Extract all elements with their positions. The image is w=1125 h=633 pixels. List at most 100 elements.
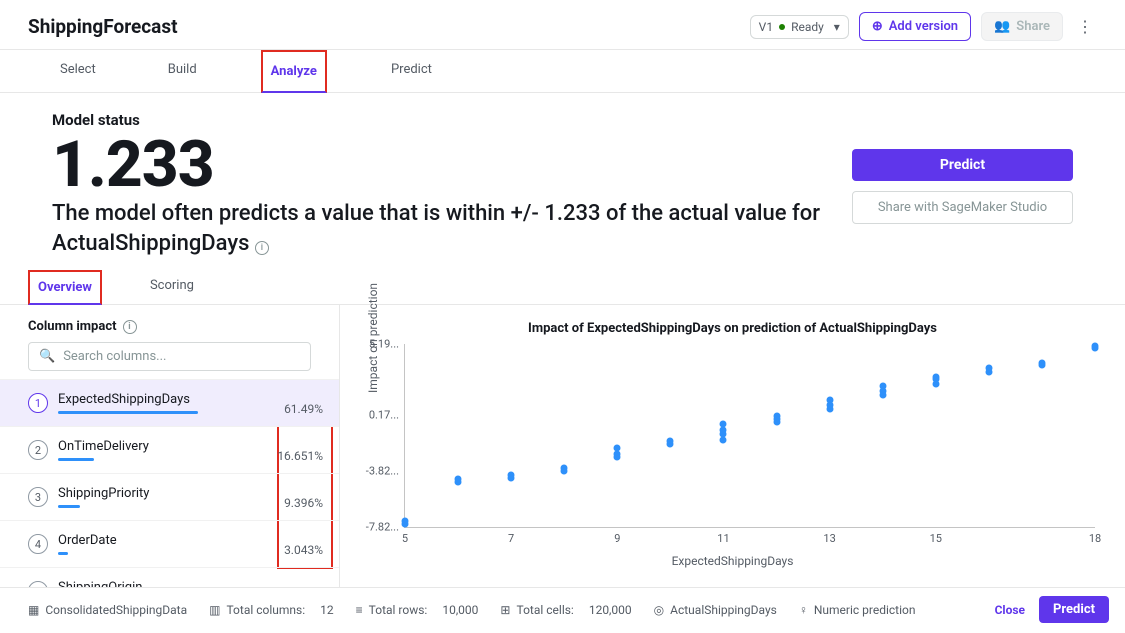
info-icon[interactable]: i [123, 320, 137, 334]
column-impact-row[interactable]: 4 OrderDate 3.043% [0, 520, 339, 567]
chart-xtick: 13 [823, 532, 835, 545]
chart-point [720, 436, 727, 443]
version-status-pill[interactable]: V1 Ready ▾ [750, 15, 849, 39]
column-name: OnTimeDelivery [58, 439, 149, 454]
predict-button[interactable]: Predict [852, 149, 1073, 181]
footer-target: ◎ActualShippingDays [654, 603, 777, 617]
share-button: 👥 Share [981, 12, 1063, 41]
chart-ytick: 0.17... [359, 408, 399, 421]
chart-xlabel: ExpectedShippingDays [360, 554, 1105, 568]
tab-build[interactable]: Build [160, 50, 205, 92]
footer-ptype: ♀Numeric prediction [799, 603, 916, 617]
chart-area: Impact on prediction -7.82...-3.82...0.1… [404, 344, 1095, 552]
footer: ▦ConsolidatedShippingData ▥Total columns… [0, 587, 1125, 633]
search-icon: 🔍 [39, 349, 55, 364]
footer-dataset: ▦ConsolidatedShippingData [28, 603, 187, 617]
chart-point [720, 421, 727, 428]
impact-pct: 9.396% [267, 496, 323, 510]
main-row: Column impact i 🔍 Search columns... 1 Exp… [0, 305, 1125, 614]
footer-cols: ▥Total columns: 12 [209, 603, 334, 617]
rank-badge: 1 [28, 393, 48, 413]
chart-point [879, 391, 886, 398]
top-tabs: Select Build Analyze Predict [0, 50, 1125, 93]
chart-point [879, 383, 886, 390]
status-label: Ready [791, 20, 824, 34]
chart-title: Impact of ExpectedShippingDays on predic… [360, 321, 1105, 336]
chart-point [826, 397, 833, 404]
column-impact-row[interactable]: 1 ExpectedShippingDays 61.49% [0, 379, 339, 426]
chevron-down-icon: ▾ [834, 20, 840, 34]
chart-point [402, 521, 409, 528]
chart-ytick: 5.19... [359, 338, 399, 351]
rows-icon: ≡ [356, 603, 363, 617]
chart-point [614, 453, 621, 460]
add-version-label: Add version [889, 19, 958, 34]
columns-icon: ▥ [209, 603, 220, 617]
subtab-overview[interactable]: Overview [28, 270, 102, 305]
column-impact-header: Column impact i [0, 319, 339, 342]
sub-tabs: Overview Scoring [0, 264, 1125, 305]
rank-badge: 4 [28, 534, 48, 554]
column-impact-row[interactable]: 3 ShippingPriority 9.396% [0, 473, 339, 520]
chart-point [1092, 345, 1099, 352]
impact-pct: 61.49% [267, 402, 323, 416]
chart-xtick: 15 [930, 532, 942, 545]
impact-bar [58, 552, 68, 555]
tab-predict[interactable]: Predict [383, 50, 440, 92]
model-status-value: 1.233 [52, 133, 852, 197]
grid-icon: ⊞ [500, 603, 510, 617]
search-columns-input[interactable]: 🔍 Search columns... [28, 342, 311, 371]
rank-badge: 3 [28, 487, 48, 507]
chart-xtick: 9 [614, 532, 620, 545]
table-icon: ▦ [28, 603, 39, 617]
column-impact-list: 1 ExpectedShippingDays 61.49% 2 OnTimeDelive… [0, 379, 339, 614]
version-tag: V1 [759, 20, 773, 34]
column-impact-row[interactable]: 2 OnTimeDelivery 16.651% [0, 426, 339, 473]
page-title: ShippingForecast [28, 15, 178, 38]
impact-pct: 16.651% [267, 449, 323, 463]
close-button[interactable]: Close [995, 603, 1025, 617]
impact-bar [58, 411, 198, 414]
rank-badge: 2 [28, 440, 48, 460]
chart-xtick: 18 [1089, 532, 1101, 545]
predict-footer-button[interactable]: Predict [1039, 596, 1109, 623]
tab-select[interactable]: Select [52, 50, 104, 92]
model-status-block: Model status 1.233 The model often predi… [0, 93, 1125, 264]
chart-point [508, 472, 515, 479]
tab-analyze[interactable]: Analyze [261, 50, 327, 93]
column-name: ShippingPriority [58, 486, 149, 501]
column-impact-title: Column impact [28, 319, 117, 334]
lightbulb-icon: ♀ [799, 603, 808, 617]
chart-point [773, 412, 780, 419]
share-label: Share [1016, 19, 1050, 34]
impact-pct: 3.043% [267, 543, 323, 557]
search-placeholder: Search columns... [63, 349, 166, 364]
share-studio-button[interactable]: Share with SageMaker Studio [852, 191, 1073, 224]
add-version-button[interactable]: ⊕ Add version [859, 12, 971, 41]
chart-ytick: -7.82... [359, 521, 399, 534]
chart-panel: Impact of ExpectedShippingDays on predic… [340, 305, 1125, 614]
chart-xtick: 11 [717, 532, 729, 545]
column-impact-panel: Column impact i 🔍 Search columns... 1 Exp… [0, 305, 340, 614]
subtab-scoring[interactable]: Scoring [142, 270, 202, 304]
impact-bar [58, 458, 94, 461]
status-dot-icon [779, 24, 785, 30]
chart-point [561, 467, 568, 474]
plus-circle-icon: ⊕ [872, 19, 883, 34]
chart-xtick: 7 [508, 532, 514, 545]
chart-xtick: 5 [402, 532, 408, 545]
model-status-desc: The model often predicts a value that is… [52, 199, 852, 258]
target-icon: ◎ [654, 603, 664, 617]
footer-cells: ⊞Total cells: 120,000 [500, 603, 631, 617]
chart-point [932, 380, 939, 387]
chart-ytick: -3.82... [359, 465, 399, 478]
chart-point [1038, 362, 1045, 369]
column-name: OrderDate [58, 533, 117, 548]
model-status-desc-text: The model often predicts a value that is… [52, 201, 820, 256]
chart-point [932, 373, 939, 380]
kebab-menu-icon[interactable]: ⋮ [1073, 13, 1097, 40]
chart-plot: -7.82...-3.82...0.17...5.19...5791113151… [404, 344, 1095, 528]
info-icon[interactable]: i [255, 241, 269, 255]
share-icon: 👥 [994, 19, 1010, 34]
column-name: ExpectedShippingDays [58, 392, 190, 407]
